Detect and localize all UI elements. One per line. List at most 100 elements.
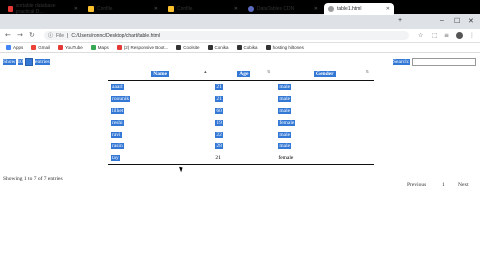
column-header-age[interactable]: Age ⇅ — [212, 67, 276, 81]
site-icon — [265, 45, 271, 50]
cell-age: 21 — [212, 93, 275, 105]
bookmark-label: hosting hiltones — [272, 45, 304, 50]
cell-text: 21 — [215, 155, 221, 162]
data-table: Name ▲ Age ⇅ Gender ⇅ aaarl 21 male roounik… — [108, 67, 374, 166]
cell-text: 22 — [215, 131, 223, 138]
cell-text: 28 — [215, 143, 223, 150]
length-select[interactable]: 10 — [17, 59, 24, 65]
site-icon — [176, 45, 182, 50]
extension-icon[interactable]: ⬚ — [432, 32, 438, 39]
entries-label: entries — [35, 59, 50, 65]
search-input[interactable] — [411, 58, 476, 66]
tab-1-label: sortable database practical D... — [15, 3, 56, 15]
cell-text: reshi — [111, 119, 124, 126]
close-icon[interactable]: ✕ — [154, 6, 158, 12]
url-separator: | — [67, 32, 69, 39]
close-icon[interactable]: ✕ — [386, 6, 390, 12]
header-label: Gender — [313, 70, 336, 77]
menu-dots-icon[interactable]: ⋮ — [469, 32, 475, 39]
cell-text: male — [278, 107, 292, 114]
cell-gender: male — [275, 81, 374, 93]
cell-name: rasin — [108, 140, 212, 152]
bookmark-hosting[interactable]: hosting hiltones — [265, 45, 304, 50]
cell-gender: male — [275, 93, 374, 105]
file-favicon-icon — [328, 6, 334, 12]
select-arrow-icon[interactable] — [25, 58, 34, 66]
reload-icon[interactable]: ↻ — [29, 31, 35, 39]
header-label: Name — [151, 70, 170, 77]
table-row: reshi 19 female — [108, 117, 374, 129]
address-bar[interactable]: ⓘ File | C:/Users/ronnc/Desktop/chart/ta… — [44, 31, 409, 40]
window-close-icon[interactable]: ✕ — [468, 17, 474, 25]
bookmark-gmail[interactable]: Gmail — [31, 45, 50, 50]
apps-grid-icon — [6, 45, 11, 50]
gmail-icon — [31, 45, 37, 50]
site-icon — [207, 45, 213, 50]
profile-avatar[interactable] — [456, 32, 463, 39]
cell-text: aaarl — [111, 83, 124, 90]
youtube-icon — [116, 45, 122, 50]
tab-3[interactable]: Confile ✕ — [164, 3, 242, 15]
next-button[interactable]: Next — [458, 182, 469, 188]
close-icon[interactable]: ✕ — [74, 6, 78, 12]
table-row: aaarl 21 male — [108, 81, 374, 93]
file-favicon-icon — [168, 6, 174, 12]
close-icon[interactable]: ✕ — [314, 6, 318, 12]
sort-icon: ⇅ — [365, 69, 369, 74]
back-arrow-icon[interactable]: ← — [5, 31, 11, 39]
url-text: C:/Users/ronnc/Desktop/chart/table.html — [71, 32, 161, 39]
table-row: roounik 21 male — [108, 93, 374, 105]
bookmark-label: Coolsite — [183, 45, 200, 50]
new-tab-icon[interactable]: + — [398, 17, 402, 24]
tab-4[interactable]: DataTables CDN ✕ — [244, 3, 322, 15]
cell-age: 19 — [212, 117, 275, 129]
star-icon[interactable]: ☆ — [418, 32, 423, 39]
cell-gender: female — [275, 152, 374, 166]
bookmark-cobika[interactable]: Cobika — [236, 45, 258, 50]
cell-text: male — [278, 83, 292, 90]
column-header-name[interactable]: Name ▲ — [108, 67, 213, 81]
bookmark-responsive-boot[interactable]: (2) Responsive Boot... — [116, 45, 168, 50]
bookmark-label: Conika — [214, 45, 229, 50]
show-label: Show — [3, 59, 16, 65]
maps-icon — [90, 45, 96, 50]
search-label: Search: — [393, 59, 410, 65]
bookmark-maps[interactable]: Maps — [90, 45, 109, 50]
file-favicon-icon — [88, 6, 94, 12]
bookmark-conika[interactable]: Conika — [207, 45, 229, 50]
bookmark-coolsite[interactable]: Coolsite — [176, 45, 200, 50]
cell-text: male — [278, 131, 292, 138]
cell-text: male — [278, 95, 292, 102]
youtube-icon — [58, 45, 64, 50]
bookmarks-bar: Apps Gmail YouTube Maps (2) Responsive B… — [0, 43, 480, 53]
search-control: Search: — [393, 58, 476, 66]
reading-list-icon[interactable]: ≡ — [444, 32, 449, 39]
page-1-button[interactable]: 1 — [442, 182, 445, 188]
column-header-gender[interactable]: Gender ⇅ — [275, 67, 374, 81]
bookmark-apps[interactable]: Apps — [6, 45, 23, 50]
cell-text: roounik — [111, 95, 131, 102]
cell-gender: male — [275, 129, 374, 141]
tab-5-label: table1.html — [337, 6, 362, 12]
info-icon[interactable]: ⓘ — [48, 32, 53, 39]
bookmark-label: Maps — [97, 45, 109, 50]
cell-age: 60 — [212, 105, 275, 117]
previous-button[interactable]: Previous — [407, 182, 426, 188]
sort-asc-icon: ▲ — [203, 69, 208, 74]
cell-text: female — [278, 155, 294, 162]
cell-name: aaarl — [108, 81, 212, 93]
close-icon[interactable]: ✕ — [234, 6, 238, 12]
minimize-icon[interactable]: – — [440, 17, 444, 24]
tab-2[interactable]: Confile ✕ — [84, 3, 162, 15]
page-content: Show 10 entries Search: Name ▲ Age ⇅ Gende… — [0, 54, 480, 270]
cell-name: tay — [108, 152, 213, 166]
tab-5-active[interactable]: table1.html ✕ — [324, 3, 394, 15]
bookmark-youtube[interactable]: YouTube — [58, 45, 83, 50]
cell-text: rasin — [111, 143, 124, 150]
forward-arrow-icon[interactable]: → — [17, 31, 23, 39]
cell-text: ravi — [111, 131, 122, 138]
tab-1[interactable]: sortable database practical D... ✕ — [4, 3, 82, 15]
maximize-icon[interactable]: ☐ — [454, 17, 460, 25]
cell-text: 19 — [215, 119, 223, 126]
cell-text: 21 — [215, 83, 223, 90]
